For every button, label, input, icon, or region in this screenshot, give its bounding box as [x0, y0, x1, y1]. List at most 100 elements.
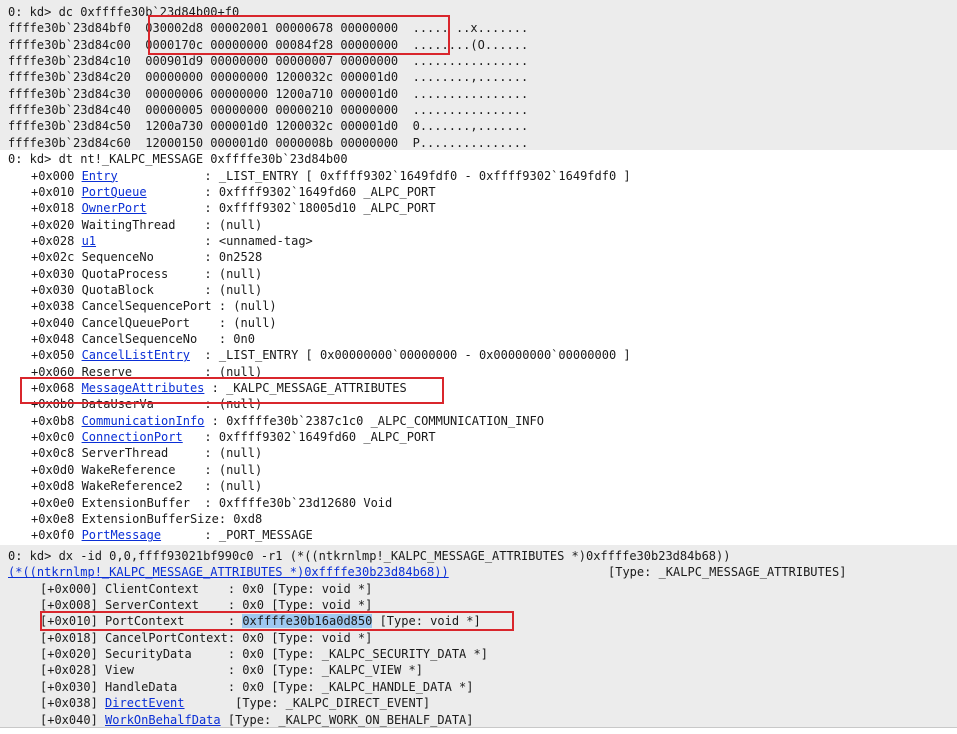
dump-row-address: ffffe30b`23d84c00 [8, 37, 131, 52]
dump-row: ffffe30b`23d84c40 00000005 00000000 0000… [8, 102, 528, 118]
struct-field-value: : 0xffffe30b`23d12680 Void [189, 495, 393, 510]
dx-field-offset: [+0x038] [40, 696, 106, 711]
struct-field-value: : 0xffff9302`1649fd60 _ALPC_PORT [182, 430, 436, 445]
struct-field-offset: +0x0e0 [31, 495, 82, 510]
struct-field: +0x010 PortQueue : 0xffff9302`1649fd60 _… [31, 184, 436, 200]
dx-field: [+0x028] View : 0x0 [Type: _KALPC_VIEW *… [40, 662, 423, 678]
struct-field-value: : (null) [182, 479, 263, 494]
dx-field-name: CancelPortContext [105, 630, 228, 645]
struct-field-name: ServerThread [81, 446, 169, 461]
dump-row-data: 00000006 00000000 1200a710 000001d0 [130, 86, 399, 101]
dump-row-ascii: ................ [398, 54, 529, 69]
struct-field-offset: +0x0f0 [31, 528, 82, 543]
struct-field-name: WakeReference2 [81, 479, 183, 494]
dump-row: ffffe30b`23d84c20 00000000 00000000 1200… [8, 69, 528, 85]
dump-row-address: ffffe30b`23d84c50 [8, 119, 131, 134]
struct-field-offset: +0x0c0 [31, 430, 82, 445]
struct-field-name: ExtensionBuffer [81, 495, 190, 510]
struct-field-name: WakeReference [81, 462, 176, 477]
dump-row: ffffe30b`23d84c30 00000006 00000000 1200… [8, 86, 528, 102]
struct-field-name: SequenceNo [81, 250, 154, 265]
dump-row-address: ffffe30b`23d84c30 [8, 86, 131, 101]
struct-field-value: : (null) [175, 217, 263, 232]
struct-field-offset: +0x0d8 [31, 479, 82, 494]
struct-field: +0x028 u1 : <unnamed-tag> [31, 233, 313, 249]
dx-field-link[interactable]: DirectEvent [105, 696, 184, 710]
dx-field-offset: [+0x008] [40, 598, 106, 613]
dump-row-ascii: P............... [398, 135, 529, 150]
dx-field: [+0x018] CancelPortContext: 0x0 [Type: v… [40, 630, 372, 646]
struct-field-value: : (null) [211, 299, 277, 314]
dx-root-type-text: [Type: _KALPC_MESSAGE_ATTRIBUTES] [608, 565, 847, 580]
dx-field: [+0x020] SecurityData : 0x0 [Type: _KALP… [40, 646, 488, 662]
dump-row: ffffe30b`23d84c60 12000150 000001d0 0000… [8, 135, 528, 151]
dump-row-data: 000901d9 00000000 00000007 00000000 [130, 54, 399, 69]
dump-row-address: ffffe30b`23d84bf0 [8, 21, 131, 36]
struct-field-offset: +0x050 [31, 348, 82, 363]
struct-field: +0x0c0 ConnectionPort : 0xffff9302`1649f… [31, 429, 436, 445]
struct-field: +0x0f0 PortMessage : _PORT_MESSAGE [31, 527, 313, 543]
dx-field-name: ClientContext [105, 581, 199, 596]
debugger-command-window: { "dump": { "prompt_prefix": "0: kd> ", … [0, 0, 957, 734]
struct-field-value: : (null) [153, 282, 263, 297]
struct-field: +0x050 CancelListEntry : _LIST_ENTRY [ 0… [31, 347, 631, 363]
dx-field-offset: [+0x040] [40, 712, 106, 727]
struct-field: +0x048 CancelSequenceNo : 0n0 [31, 331, 255, 347]
dump-row-address: ffffe30b`23d84c60 [8, 135, 131, 150]
dump-row-data: 12000150 000001d0 0000008b 00000000 [130, 135, 399, 150]
dx-field-value: [Type: _KALPC_DIRECT_EVENT] [184, 696, 431, 711]
struct-field: +0x030 QuotaBlock : (null) [31, 282, 262, 298]
dx-field: [+0x000] ClientContext : 0x0 [Type: void… [40, 581, 372, 597]
struct-field-value: : 0xffff9302`1649fd60 _ALPC_PORT [146, 184, 436, 199]
struct-field-offset: +0x0b8 [31, 413, 82, 428]
struct-field-value: : _LIST_ENTRY [ 0xffff9302`1649fdf0 - 0x… [117, 168, 631, 183]
dx-field-link[interactable]: WorkOnBehalfData [105, 713, 221, 727]
struct-field-link[interactable]: u1 [82, 234, 96, 248]
struct-field-value: : _LIST_ENTRY [ 0x00000000`00000000 - 0x… [189, 348, 631, 363]
struct-field-link[interactable]: ConnectionPort [82, 430, 183, 444]
struct-field: +0x0b8 CommunicationInfo : 0xffffe30b`23… [31, 413, 544, 429]
struct-field-link[interactable]: CancelListEntry [82, 348, 190, 362]
dx-field-offset: [+0x018] [40, 630, 106, 645]
struct-field-link[interactable]: CommunicationInfo [82, 414, 205, 428]
dx-field: [+0x038] DirectEvent [Type: _KALPC_DIREC… [40, 695, 430, 711]
struct-field-link[interactable]: Entry [82, 169, 118, 183]
struct-field-name: QuotaBlock [81, 282, 154, 297]
struct-field: +0x040 CancelQueuePort : (null) [31, 315, 277, 331]
dx-field-offset: [+0x020] [40, 647, 106, 662]
dx-field-name: ServerContext [105, 598, 199, 613]
struct-field-name: WaitingThread [81, 217, 176, 232]
struct-field-offset: +0x0d0 [31, 462, 82, 477]
dx-field-value: : 0x0 [Type: _KALPC_VIEW *] [133, 663, 423, 678]
struct-field-offset: +0x018 [31, 201, 82, 216]
dx-field-offset: [+0x028] [40, 663, 106, 678]
struct-field-offset: +0x0c8 [31, 446, 82, 461]
struct-field-value: : (null) [168, 446, 263, 461]
dump-row: ffffe30b`23d84c10 000901d9 00000000 0000… [8, 53, 528, 69]
dx-field-name: HandleData [105, 679, 178, 694]
struct-field: +0x0e8 ExtensionBufferSize: 0xd8 [31, 511, 262, 527]
highlight-box-dump-values [148, 15, 450, 55]
struct-field: +0x02c SequenceNo : 0n2528 [31, 249, 262, 265]
dt-command-text: 0: kd> dt nt!_KALPC_MESSAGE 0xffffe30b`2… [8, 152, 348, 167]
struct-field-link[interactable]: OwnerPort [82, 201, 147, 215]
struct-field-name: ExtensionBufferSize [81, 511, 219, 526]
dx-field-offset: [+0x000] [40, 581, 106, 596]
dx-field-name: SecurityData [105, 647, 192, 662]
highlight-box-message-attributes [20, 377, 444, 404]
dump-row-address: ffffe30b`23d84c10 [8, 54, 131, 69]
struct-field: +0x030 QuotaProcess : (null) [31, 266, 262, 282]
struct-field-value: : _PORT_MESSAGE [161, 528, 313, 543]
dx-root-link[interactable]: (*((ntkrnlmp!_KALPC_MESSAGE_ATTRIBUTES *… [8, 565, 449, 579]
dump-row-data: 00000005 00000000 00000210 00000000 [130, 103, 399, 118]
dt-command-line: 0: kd> dt nt!_KALPC_MESSAGE 0xffffe30b`2… [8, 151, 348, 167]
struct-field-offset: +0x000 [31, 168, 82, 183]
dump-row-ascii: ................ [398, 103, 529, 118]
dump-row-data: 1200a730 000001d0 1200032c 000001d0 [130, 119, 399, 134]
struct-field-link[interactable]: PortQueue [82, 185, 147, 199]
dx-field-offset: [+0x030] [40, 679, 106, 694]
struct-field-value: : (null) [175, 462, 263, 477]
struct-field-offset: +0x028 [31, 233, 82, 248]
struct-field: +0x018 OwnerPort : 0xffff9302`18005d10 _… [31, 200, 436, 216]
struct-field-link[interactable]: PortMessage [82, 528, 161, 542]
